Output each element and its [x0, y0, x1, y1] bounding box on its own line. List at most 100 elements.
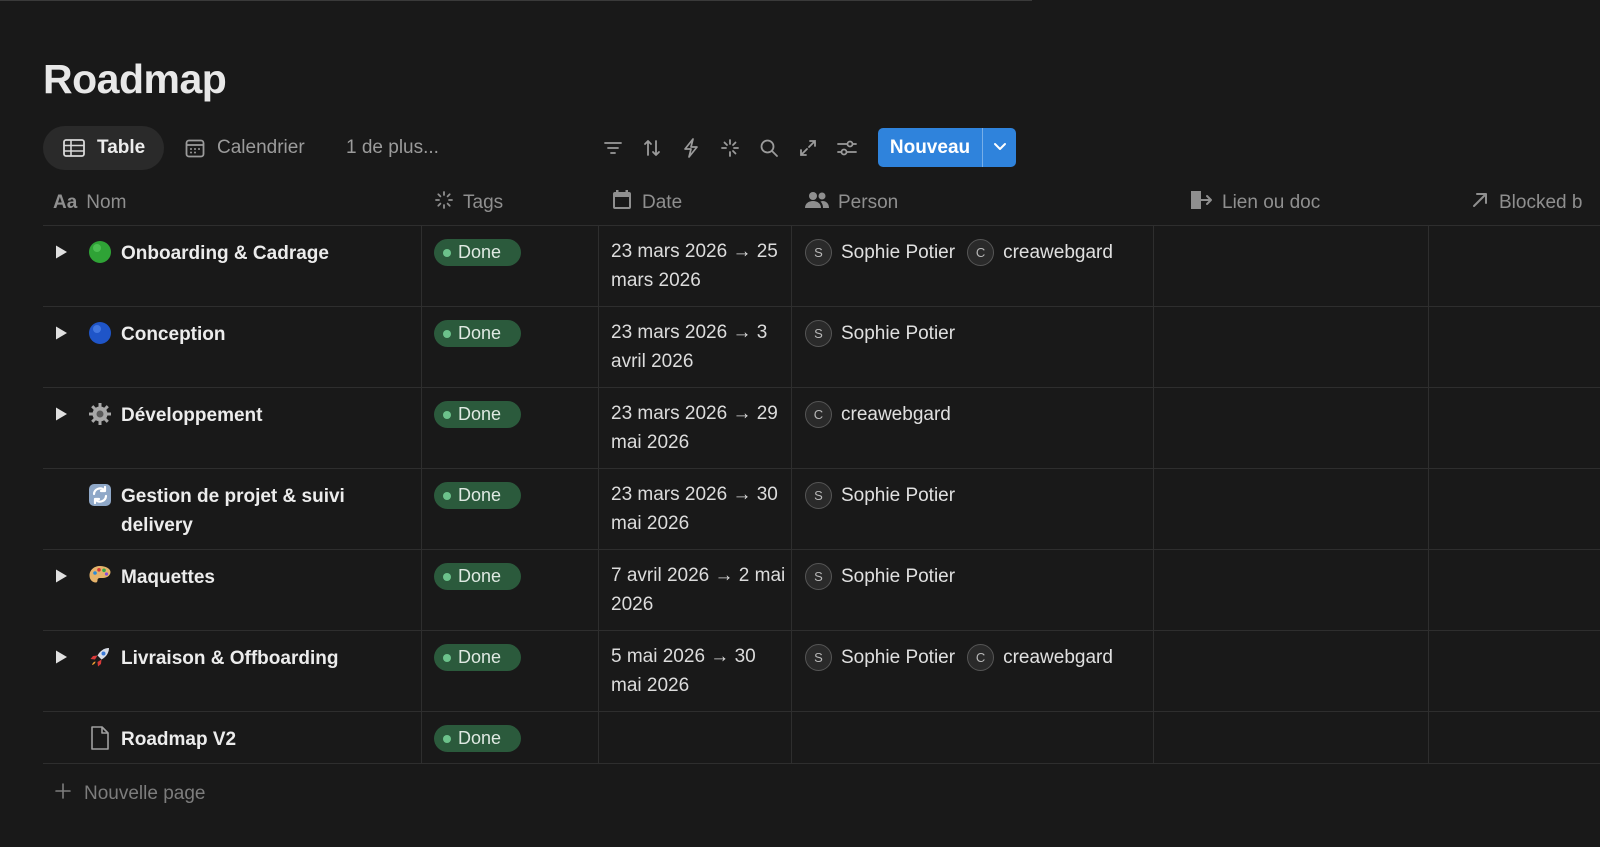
top-divider	[0, 0, 1032, 1]
status-badge[interactable]: Done	[434, 644, 521, 671]
column-divider	[421, 631, 422, 711]
column-divider	[1428, 712, 1429, 763]
expand-icon[interactable]	[796, 136, 820, 160]
date-range[interactable]: 7 avril 2026 → 2 mai 2026	[611, 561, 786, 619]
row-title[interactable]: Gestion de projet & suivi delivery	[121, 482, 417, 540]
new-page-button[interactable]: Nouvelle page	[55, 783, 205, 805]
status-badge[interactable]: Done	[434, 401, 521, 428]
expand-toggle-icon[interactable]	[53, 568, 69, 584]
person-chip[interactable]: S Sophie Potier	[805, 239, 955, 266]
avatar: C	[805, 401, 832, 428]
table-row[interactable]: Roadmap V2 Done	[43, 712, 1600, 764]
status-label: Done	[458, 242, 502, 262]
person-chip[interactable]: S Sophie Potier	[805, 320, 955, 347]
new-button-dropdown[interactable]	[982, 128, 1016, 167]
expand-toggle-icon[interactable]	[53, 325, 69, 341]
table-row[interactable]: Gestion de projet & suivi delivery Done 23…	[43, 469, 1600, 550]
row-title[interactable]: Roadmap V2	[121, 725, 236, 754]
tab-calendar[interactable]: Calendrier	[185, 126, 305, 170]
date-range[interactable]: 23 mars 2026 → 3 avril 2026	[611, 318, 786, 376]
expand-toggle-icon[interactable]	[53, 406, 69, 422]
status-badge[interactable]: Done	[434, 725, 521, 752]
status-dot-icon	[443, 653, 451, 662]
column-label: Nom	[86, 192, 127, 213]
page-icon	[87, 725, 113, 751]
row-name-cell: Conception	[87, 320, 417, 349]
column-divider	[1428, 307, 1429, 387]
row-name-cell: Roadmap V2	[87, 725, 417, 754]
column-header-blocked-by[interactable]: Blocked b	[1470, 180, 1600, 226]
tab-table[interactable]: Table	[43, 126, 164, 170]
automation-icon[interactable]	[679, 136, 703, 160]
column-label: Person	[838, 192, 899, 213]
column-header-nom[interactable]: Aa Nom	[53, 180, 126, 226]
database-toolbar: Table Calendrier 1 de plus... Nouveau	[43, 126, 1033, 170]
row-title[interactable]: Développement	[121, 401, 262, 430]
date-range[interactable]: 23 mars 2026 → 25 mars 2026	[611, 237, 786, 295]
table-row[interactable]: Maquettes Done 7 avril 2026 → 2 mai 2026 S S…	[43, 550, 1600, 631]
person-cell[interactable]: S Sophie Potier	[805, 320, 955, 347]
table-row[interactable]: Développement Done 23 mars 2026 → 29 mai 2…	[43, 388, 1600, 469]
more-views-button[interactable]: 1 de plus...	[346, 126, 439, 170]
page-title: Roadmap	[43, 56, 227, 102]
calendar-icon	[611, 189, 633, 217]
column-divider	[421, 550, 422, 630]
person-chip[interactable]: S Sophie Potier	[805, 563, 955, 590]
column-divider	[598, 469, 599, 549]
expand-toggle-icon[interactable]	[53, 649, 69, 665]
date-range[interactable]: 5 mai 2026 → 30 mai 2026	[611, 642, 786, 700]
table-row[interactable]: Livraison & Offboarding Done 5 mai 2026 → …	[43, 631, 1600, 712]
person-chip[interactable]: Ccreawebgard	[805, 401, 951, 428]
search-icon[interactable]	[757, 136, 781, 160]
column-divider	[1428, 550, 1429, 630]
row-title[interactable]: Onboarding & Cadrage	[121, 239, 329, 268]
person-name: creawebgard	[1003, 646, 1113, 668]
status-dot-icon	[443, 491, 451, 500]
status-label: Done	[458, 485, 502, 505]
status-badge[interactable]: Done	[434, 320, 521, 347]
status-dot-icon	[443, 329, 451, 338]
column-header-date[interactable]: Date	[611, 180, 682, 226]
ai-sparkle-icon[interactable]	[718, 136, 742, 160]
palette-icon	[87, 563, 113, 589]
expand-toggle-icon[interactable]	[53, 244, 69, 260]
person-chip[interactable]: S Sophie Potier	[805, 482, 955, 509]
row-title[interactable]: Maquettes	[121, 563, 215, 592]
status-dot-icon	[443, 248, 451, 257]
sort-icon[interactable]	[640, 136, 664, 160]
person-cell[interactable]: S Sophie Potier	[805, 482, 955, 509]
avatar: C	[967, 239, 995, 266]
row-name-cell: Développement	[87, 401, 417, 430]
row-title[interactable]: Conception	[121, 320, 226, 349]
column-header-lien-ou-doc[interactable]: Lien ou doc	[1189, 180, 1320, 226]
column-header-person[interactable]: Person	[805, 180, 898, 226]
person-name: Sophie Potier	[841, 322, 956, 344]
filter-icon[interactable]	[601, 136, 625, 160]
person-cell[interactable]: S Sophie Potier Ccreawebgard	[805, 644, 1113, 671]
tab-calendar-label: Calendrier	[217, 137, 305, 158]
new-button[interactable]: Nouveau	[878, 128, 982, 167]
avatar: S	[805, 239, 832, 266]
status-badge[interactable]: Done	[434, 239, 521, 266]
person-chip[interactable]: Ccreawebgard	[967, 644, 1113, 671]
date-range[interactable]: 23 mars 2026 → 29 mai 2026	[611, 399, 786, 457]
date-range[interactable]: 23 mars 2026 → 30 mai 2026	[611, 480, 786, 538]
text-type-icon: Aa	[53, 192, 78, 213]
person-chip[interactable]: S Sophie Potier	[805, 644, 955, 671]
column-header-tags[interactable]: Tags	[434, 180, 503, 226]
table-row[interactable]: Conception Done 23 mars 2026 → 3 avril 202…	[43, 307, 1600, 388]
status-badge[interactable]: Done	[434, 482, 521, 509]
status-label: Done	[458, 728, 502, 748]
blue-circle-icon	[87, 320, 113, 346]
person-cell[interactable]: S Sophie Potier	[805, 563, 955, 590]
person-chip[interactable]: Ccreawebgard	[967, 239, 1113, 266]
avatar: S	[805, 320, 832, 347]
table-row[interactable]: Onboarding & Cadrage Done 23 mars 2026 → 2…	[43, 226, 1600, 307]
person-cell[interactable]: Ccreawebgard	[805, 401, 951, 428]
settings-icon[interactable]	[835, 136, 859, 160]
column-divider	[791, 307, 792, 387]
status-badge[interactable]: Done	[434, 563, 521, 590]
green-circle-icon	[87, 239, 113, 265]
row-title[interactable]: Livraison & Offboarding	[121, 644, 338, 673]
person-cell[interactable]: S Sophie Potier Ccreawebgard	[805, 239, 1113, 266]
